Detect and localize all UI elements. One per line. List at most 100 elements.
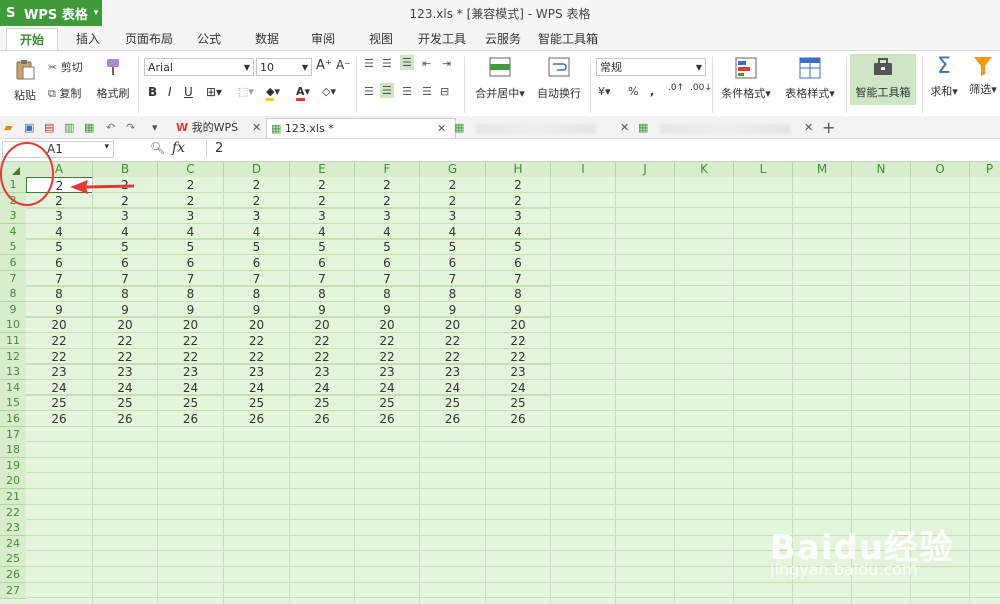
cell-E8[interactable]: 8 — [290, 286, 355, 303]
cell-G16[interactable]: 26 — [420, 411, 486, 427]
row-header-9[interactable]: 9 — [0, 301, 26, 318]
cell-C13[interactable]: 23 — [158, 364, 224, 381]
cell-D15[interactable]: 25 — [224, 395, 290, 412]
cell-C10[interactable]: 20 — [158, 317, 224, 334]
cell-E10[interactable]: 20 — [290, 317, 355, 334]
italic-button[interactable]: I — [168, 85, 172, 99]
cell-D13[interactable]: 23 — [224, 364, 290, 381]
column-header-L[interactable]: L — [734, 162, 793, 177]
cell-H12[interactable]: 22 — [486, 348, 551, 365]
decrease-font-button[interactable]: A⁻ — [336, 58, 351, 72]
percent-button[interactable]: % — [628, 85, 638, 98]
font-name-select[interactable]: Arial ▼ — [144, 58, 254, 76]
cell-F12[interactable]: 22 — [355, 348, 420, 365]
cell-F4[interactable]: 4 — [355, 223, 420, 240]
tab-123-xls[interactable]: ▦ 123.xls * ✕ — [266, 118, 456, 138]
column-header-M[interactable]: M — [793, 162, 852, 177]
align-middle-button[interactable]: ☰ — [382, 57, 392, 70]
cell-B13[interactable]: 23 — [93, 364, 158, 381]
close-icon[interactable]: ✕ — [437, 119, 446, 138]
currency-button[interactable]: ¥▾ — [598, 85, 611, 98]
cell-H3[interactable]: 3 — [486, 208, 551, 225]
cell-C5[interactable]: 5 — [158, 239, 224, 256]
tab-my-wps[interactable]: W 我的WPS ✕ — [172, 118, 268, 137]
new-tab-button[interactable]: + — [822, 118, 835, 137]
cell-A4[interactable]: 4 — [26, 223, 93, 240]
tab-smart-toolbox[interactable]: 智能工具箱 — [536, 28, 600, 50]
cell-C15[interactable]: 25 — [158, 395, 224, 412]
row-header-11[interactable]: 11 — [0, 333, 26, 349]
cell-F7[interactable]: 7 — [355, 270, 420, 287]
cell-F15[interactable]: 25 — [355, 395, 420, 412]
cell-A9[interactable]: 9 — [26, 301, 93, 318]
tab-data[interactable]: 数据 — [246, 28, 288, 50]
cell-D8[interactable]: 8 — [224, 286, 290, 303]
indent-decrease-button[interactable]: ⇤ — [422, 57, 431, 70]
cell-B16[interactable]: 26 — [93, 411, 158, 427]
cell-D12[interactable]: 22 — [224, 348, 290, 365]
tab-page-layout[interactable]: 页面布局 — [120, 28, 178, 50]
column-header-O[interactable]: O — [911, 162, 970, 177]
smart-toolbox-button[interactable]: 智能工具箱 — [850, 54, 916, 105]
cell-H2[interactable]: 2 — [486, 192, 551, 209]
cell-F9[interactable]: 9 — [355, 301, 420, 318]
row-header-17[interactable]: 17 — [0, 426, 26, 443]
print-button[interactable]: ▥ — [64, 118, 74, 137]
cell-H9[interactable]: 9 — [486, 301, 551, 318]
cell-D1[interactable]: 2 — [224, 177, 290, 193]
cell-G7[interactable]: 7 — [420, 270, 486, 287]
print-preview-button[interactable]: ▦ — [84, 118, 94, 137]
indent-increase-button[interactable]: ⇥ — [442, 57, 451, 70]
justify-button[interactable]: ☰ — [422, 85, 432, 98]
cell-style-button[interactable]: ⬚▾ — [238, 85, 254, 98]
merge-center-button[interactable]: 合并居中▾ — [472, 57, 528, 101]
cell-A15[interactable]: 25 — [26, 395, 93, 412]
close-icon[interactable]: ✕ — [252, 118, 261, 137]
row-header-20[interactable]: 20 — [0, 473, 26, 490]
cell-E9[interactable]: 9 — [290, 301, 355, 318]
cell-B11[interactable]: 22 — [93, 333, 158, 349]
cell-D2[interactable]: 2 — [224, 192, 290, 209]
align-bottom-button[interactable]: ☰ — [400, 55, 414, 70]
cell-A13[interactable]: 23 — [26, 364, 93, 381]
tab-blurred-2[interactable]: ▦ ✕ — [638, 118, 818, 137]
cell-E2[interactable]: 2 — [290, 192, 355, 209]
number-format-select[interactable]: 常规 ▼ — [596, 58, 706, 76]
cell-B12[interactable]: 22 — [93, 348, 158, 365]
align-left-button[interactable]: ☰ — [364, 85, 374, 98]
cell-H10[interactable]: 20 — [486, 317, 551, 334]
column-header-E[interactable]: E — [290, 162, 355, 177]
cell-G5[interactable]: 5 — [420, 239, 486, 256]
column-header-N[interactable]: N — [852, 162, 911, 177]
cell-F5[interactable]: 5 — [355, 239, 420, 256]
cell-H15[interactable]: 25 — [486, 395, 551, 412]
cell-D11[interactable]: 22 — [224, 333, 290, 349]
cell-G9[interactable]: 9 — [420, 301, 486, 318]
increase-font-button[interactable]: A⁺ — [316, 58, 332, 73]
cell-F6[interactable]: 6 — [355, 255, 420, 271]
cell-A12[interactable]: 22 — [26, 348, 93, 365]
cell-E6[interactable]: 6 — [290, 255, 355, 271]
cell-B6[interactable]: 6 — [93, 255, 158, 271]
cell-E3[interactable]: 3 — [290, 208, 355, 225]
underline-button[interactable]: U — [184, 85, 193, 99]
cell-E7[interactable]: 7 — [290, 270, 355, 287]
cell-A16[interactable]: 26 — [26, 411, 93, 427]
align-top-button[interactable]: ☰ — [364, 57, 374, 70]
borders-button[interactable]: ⊞▾ — [206, 85, 222, 99]
cell-A11[interactable]: 22 — [26, 333, 93, 349]
wrap-text-button[interactable]: 自动换行 — [534, 57, 584, 101]
cell-E5[interactable]: 5 — [290, 239, 355, 256]
cell-G8[interactable]: 8 — [420, 286, 486, 303]
row-header-13[interactable]: 13 — [0, 364, 26, 381]
undo-button[interactable]: ↶ — [106, 118, 115, 137]
cell-E1[interactable]: 2 — [290, 177, 355, 193]
cell-C8[interactable]: 8 — [158, 286, 224, 303]
cell-B9[interactable]: 9 — [93, 301, 158, 318]
row-header-12[interactable]: 12 — [0, 348, 26, 365]
cell-G6[interactable]: 6 — [420, 255, 486, 271]
fill-color-button[interactable]: ◆▾ — [266, 85, 280, 101]
cell-C3[interactable]: 3 — [158, 208, 224, 225]
align-right-button[interactable]: ☰ — [402, 85, 412, 98]
cell-C2[interactable]: 2 — [158, 192, 224, 209]
